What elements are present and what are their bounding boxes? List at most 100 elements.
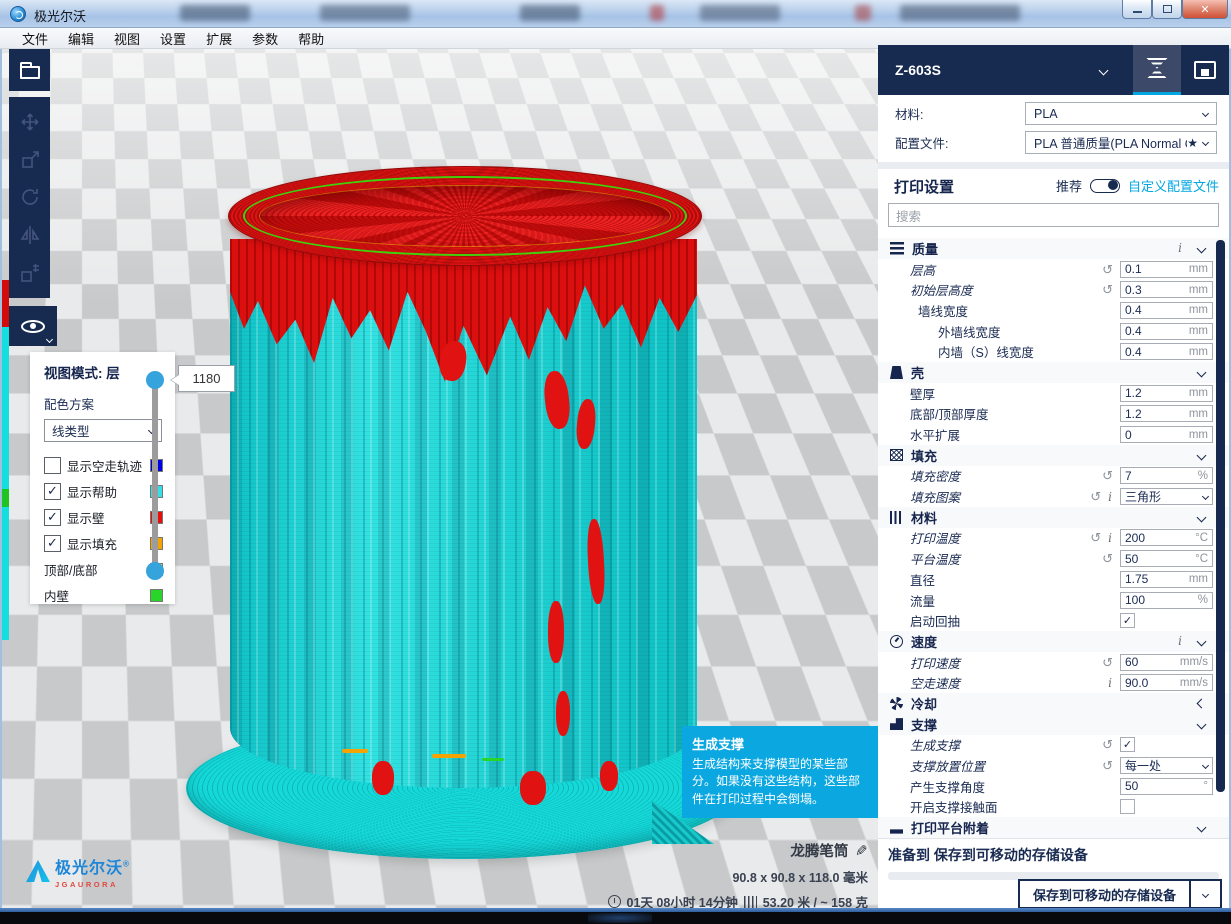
undo-icon[interactable]: ↺ [1102,738,1113,751]
tab-printer-monitor[interactable] [1181,45,1229,95]
section-label: 壳 [911,363,924,382]
menu-item[interactable]: 文件 [12,27,58,50]
setting-input[interactable]: 50 ° [1120,778,1213,795]
minimize-button[interactable] [1122,0,1152,19]
save-to-removable-button[interactable]: 保存到可移动的存储设备 [1018,879,1190,909]
settings-section-header[interactable]: 打印平台附着 i [878,817,1229,838]
setting-input[interactable]: 200 °C [1120,529,1213,546]
section-icon [890,697,903,710]
section-label: 速度 [911,632,937,651]
info-icon[interactable]: i [1178,242,1182,254]
profile-select[interactable]: PLA 普通质量(PLA Normal Qua ★ [1025,131,1217,154]
menu-item[interactable]: 视图 [104,27,150,50]
per-model-settings-icon[interactable] [18,261,42,285]
setting-row: 产生支撑角度 ↺ i 50 ° 50 ✓ [878,776,1229,797]
info-icon[interactable]: i [1108,491,1112,503]
legend-checkbox[interactable]: ✓ [44,483,61,500]
settings-row: 空走速度 i 空走速度 ↺ i 90.0 mm/s [878,672,1229,693]
save-options-dropdown-button[interactable] [1190,879,1222,909]
undo-icon[interactable]: ↺ [1090,531,1101,544]
infill-line [432,754,466,758]
model-top-infill [259,185,671,247]
move-tool-icon[interactable] [18,110,42,134]
setting-label: 空走速度 [910,673,960,692]
legend-row: ✓ 显示填充 [44,530,163,556]
menu-item[interactable]: 设置 [150,27,196,50]
menu-item[interactable]: 编辑 [58,27,104,50]
setting-input[interactable]: 1.2 mm [1120,405,1213,422]
undo-icon[interactable]: ↺ [1090,490,1101,503]
settings-row: 层高 i 层高 ↺ i 0.1 mm [878,259,1229,280]
setting-input[interactable]: 60 mm/s [1120,654,1213,671]
setting-input[interactable]: 7 % [1120,467,1213,484]
setting-input[interactable]: 0 mm [1120,426,1213,443]
undo-icon[interactable]: ↺ [1102,283,1113,296]
info-icon[interactable]: i [1108,677,1112,689]
menu-item[interactable]: 扩展 [196,27,242,50]
setting-input[interactable]: 0.4 mm [1120,343,1213,360]
setting-label: 填充图案 [910,487,960,506]
setting-input[interactable]: 1.75 mm [1120,571,1213,588]
view-mode-button[interactable] [9,306,57,346]
undo-icon[interactable]: ↺ [1102,469,1113,482]
setting-input[interactable]: 100 % [1120,592,1213,609]
settings-scrollbar[interactable] [1216,240,1225,792]
setting-checkbox[interactable]: ✓ [1120,613,1135,628]
setting-label: 壁厚 [910,384,935,403]
printer-tab-icon [1194,61,1216,79]
menu-item[interactable]: 参数 [242,27,288,50]
color-scheme-select[interactable]: 线类型 [44,419,162,442]
settings-section-header[interactable]: 填充 i [878,445,1229,466]
settings-section-header[interactable]: 速度 i [878,631,1229,652]
settings-section-header[interactable]: 材料 i [878,507,1229,528]
undo-icon[interactable]: ↺ [1102,263,1113,276]
setting-checkbox[interactable]: ✓ [1120,737,1135,752]
mirror-tool-icon[interactable] [18,223,42,247]
undo-icon[interactable]: ↺ [1102,656,1113,669]
info-icon[interactable]: i [1108,532,1112,544]
rename-pencil-icon[interactable]: ✎ [855,842,868,860]
legend-checkbox[interactable]: ✓ [44,509,61,526]
setting-row: 流量 ↺ i 100 % 100 ✓ [878,590,1229,611]
material-select[interactable]: PLA [1025,102,1217,125]
layer-slider-track[interactable] [152,372,158,572]
setting-input[interactable]: 50 °C [1120,550,1213,567]
setting-select[interactable]: 三角形 [1120,488,1213,505]
setting-checkbox[interactable]: ✓ [1120,799,1135,814]
setting-select[interactable]: 每一处 [1120,757,1213,774]
open-file-button[interactable] [9,49,50,91]
maximize-button[interactable] [1152,0,1182,19]
custom-profile-link[interactable]: 自定义配置文件 [1128,176,1219,195]
setting-input[interactable]: 0.4 mm [1120,323,1213,340]
menu-item[interactable]: 帮助 [288,27,334,50]
layer-slider-top-handle[interactable] [146,371,164,389]
machine-name[interactable]: Z-603S [895,62,941,78]
settings-section-header[interactable]: 壳 i [878,362,1229,383]
layer-slider-bottom-handle[interactable] [146,562,164,580]
settings-row: 材料 i 材料 ↺ i [878,507,1229,528]
scale-tool-icon[interactable] [18,148,42,172]
tab-print-settings[interactable] [1133,45,1181,95]
settings-section-header[interactable]: 冷却 i [878,693,1229,714]
settings-section-header[interactable]: 质量 i [878,238,1229,259]
setting-input[interactable]: 1.2 mm [1120,385,1213,402]
chevron-down-icon[interactable] [1099,65,1109,75]
close-button[interactable]: ✕ [1182,0,1228,19]
settings-section-header[interactable]: 支撑 i [878,714,1229,735]
legend-checkbox[interactable]: ✓ [44,457,61,474]
setting-input[interactable]: 0.1 mm [1120,261,1213,278]
setting-input[interactable]: 90.0 mm/s [1120,674,1213,691]
setting-input[interactable]: 0.4 mm [1120,302,1213,319]
info-icon[interactable]: i [1178,635,1182,647]
recommended-custom-toggle[interactable] [1090,179,1120,193]
setting-unit: mm [1189,325,1208,337]
print-time-icon [608,895,621,908]
rotate-tool-icon[interactable] [18,185,42,209]
setting-input[interactable]: 0.3 mm [1120,281,1213,298]
chevron-icon [1197,368,1207,378]
title-bar[interactable]: 极光尔沃 ✕ [0,0,1231,28]
legend-checkbox[interactable]: ✓ [44,535,61,552]
undo-icon[interactable]: ↺ [1102,552,1113,565]
undo-icon[interactable]: ↺ [1102,759,1113,772]
settings-search-input[interactable]: 搜索 [888,203,1219,227]
